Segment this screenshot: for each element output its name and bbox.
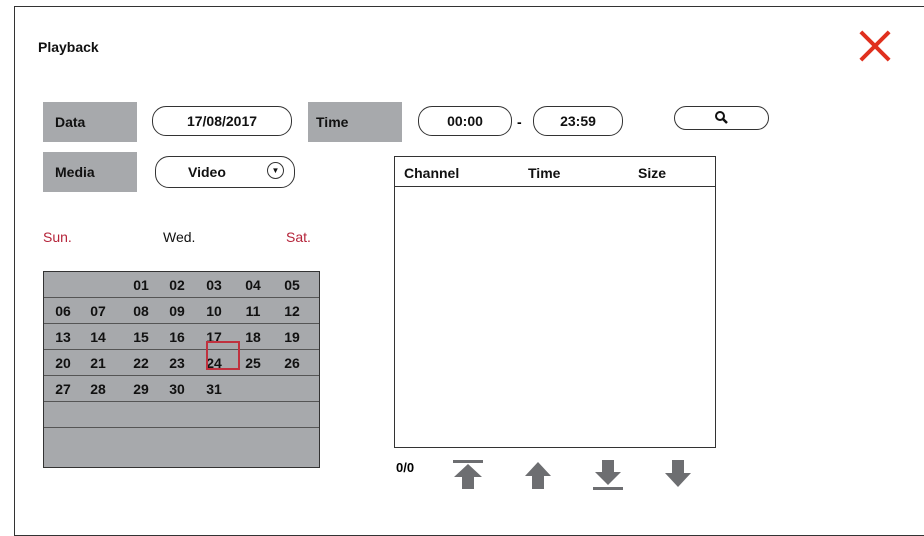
calendar-day-24[interactable]: 24 — [199, 355, 229, 371]
calendar-day-06[interactable]: 06 — [48, 303, 78, 319]
calendar-day-19[interactable]: 19 — [277, 329, 307, 345]
calendar-day-29[interactable]: 29 — [126, 381, 156, 397]
start-time-field[interactable]: 00:00 — [418, 106, 512, 136]
calendar-day-25[interactable]: 25 — [238, 355, 268, 371]
calendar-week-row: 01 02 03 04 05 — [44, 272, 319, 298]
day-header-sat: Sat. — [286, 229, 311, 245]
calendar-day-03[interactable]: 03 — [199, 277, 229, 293]
calendar-day-11[interactable]: 11 — [238, 303, 268, 319]
calendar-week-row: 27 28 29 30 31 — [44, 376, 319, 402]
calendar-day-20[interactable]: 20 — [48, 355, 78, 371]
calendar-day-26[interactable]: 26 — [277, 355, 307, 371]
calendar-day-30[interactable]: 30 — [162, 381, 192, 397]
calendar-day-28[interactable]: 28 — [83, 381, 113, 397]
calendar-day-02[interactable]: 02 — [162, 277, 192, 293]
next-page-button[interactable] — [592, 458, 624, 490]
day-header-sun: Sun. — [43, 229, 72, 245]
last-page-icon — [665, 460, 691, 487]
calendar-day-01[interactable]: 01 — [126, 277, 156, 293]
results-header: Channel Time Size — [395, 157, 715, 187]
previous-page-button[interactable] — [522, 458, 554, 490]
calendar-day-04[interactable]: 04 — [238, 277, 268, 293]
search-icon — [714, 111, 728, 124]
dropdown-arrow-icon[interactable]: ▼ — [267, 162, 284, 179]
first-page-icon — [453, 460, 483, 489]
calendar-day-07[interactable]: 07 — [83, 303, 113, 319]
calendar-day-27[interactable]: 27 — [48, 381, 78, 397]
calendar-day-31[interactable]: 31 — [199, 381, 229, 397]
column-header-time: Time — [528, 165, 561, 181]
column-header-channel: Channel — [404, 165, 460, 181]
end-time-field[interactable]: 23:59 — [533, 106, 623, 136]
column-header-size: Size — [638, 165, 667, 181]
calendar-day-09[interactable]: 09 — [162, 303, 192, 319]
page-counter: 0/0 — [396, 460, 415, 475]
date-field[interactable]: 17/08/2017 — [152, 106, 292, 136]
calendar-day-12[interactable]: 12 — [277, 303, 307, 319]
previous-page-icon — [525, 462, 551, 489]
calendar-week-row — [44, 402, 319, 428]
calendar-week-row: 20 21 22 23 24 25 26 — [44, 350, 319, 376]
last-page-button[interactable] — [662, 458, 694, 490]
next-page-icon — [593, 460, 623, 490]
calendar-day-16[interactable]: 16 — [162, 329, 192, 345]
calendar-day-21[interactable]: 21 — [83, 355, 113, 371]
calendar-day-13[interactable]: 13 — [48, 329, 78, 345]
time-label: Time — [308, 102, 402, 142]
calendar-day-23[interactable]: 23 — [162, 355, 192, 371]
results-list[interactable]: Channel Time Size — [394, 156, 716, 448]
media-select-value: Video — [188, 164, 226, 180]
date-label: Data — [43, 102, 137, 142]
calendar-grid: 01 02 03 04 05 06 07 08 09 10 11 12 13 14 15 16 17 18 19 20… — [43, 271, 320, 468]
calendar-day-15[interactable]: 15 — [126, 329, 156, 345]
first-page-button[interactable] — [452, 458, 484, 490]
page-title: Playback — [38, 39, 99, 55]
media-label: Media — [43, 152, 137, 192]
close-icon[interactable] — [857, 28, 893, 64]
calendar-week-row: 13 14 15 16 17 18 19 — [44, 324, 319, 350]
calendar-day-17[interactable]: 17 — [199, 329, 229, 345]
calendar-day-10[interactable]: 10 — [199, 303, 229, 319]
calendar-day-05[interactable]: 05 — [277, 277, 307, 293]
calendar-day-22[interactable]: 22 — [126, 355, 156, 371]
calendar-week-row: 06 07 08 09 10 11 12 — [44, 298, 319, 324]
calendar-day-08[interactable]: 08 — [126, 303, 156, 319]
media-select[interactable]: Video ▼ — [155, 156, 295, 188]
time-separator: - — [517, 114, 522, 130]
calendar-day-14[interactable]: 14 — [83, 329, 113, 345]
day-header-wed: Wed. — [163, 229, 196, 245]
search-button[interactable] — [674, 106, 769, 130]
calendar-day-18[interactable]: 18 — [238, 329, 268, 345]
